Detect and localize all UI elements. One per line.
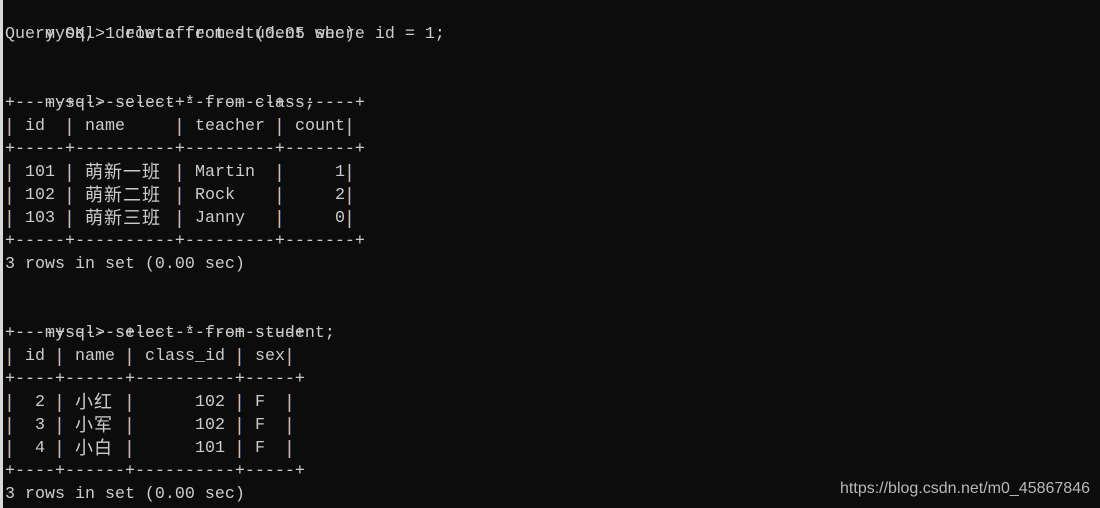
cell-name: 小军 (75, 415, 113, 436)
table-border: +----+------+----------+-----+ (5, 462, 305, 481)
terminal-window[interactable]: mysql> delete from student where id = 1;… (5, 0, 1100, 508)
column-separator (9, 440, 10, 458)
column-header-sex: sex (255, 347, 285, 366)
cell-class-id: 102 (195, 393, 225, 412)
cell-id: 4 (35, 439, 45, 458)
column-header-class-id: class_id (145, 347, 225, 366)
column-separator (279, 187, 280, 205)
column-separator (9, 187, 10, 205)
column-header-id: id (25, 347, 45, 366)
cell-sex: F (255, 393, 265, 412)
column-separator (69, 210, 70, 228)
column-separator (9, 394, 10, 412)
column-separator (69, 187, 70, 205)
column-separator (279, 118, 280, 136)
column-separator (239, 394, 240, 412)
column-separator (179, 210, 180, 228)
column-separator (69, 118, 70, 136)
column-separator (9, 348, 10, 366)
column-separator (289, 348, 290, 366)
column-separator (289, 417, 290, 435)
table-border: +-----+----------+---------+-------+ (5, 140, 365, 159)
table-row: 101 萌新一班 Martin 1 (5, 161, 365, 184)
cell-name: 萌新二班 (85, 185, 161, 206)
cell-count: 2 (335, 186, 345, 205)
table-row: 4 小白 101 F (5, 437, 305, 460)
column-header-count: count (295, 117, 345, 136)
column-separator (9, 210, 10, 228)
command-line: mysql> delete from student where id = 1; (5, 0, 445, 44)
column-separator (289, 440, 290, 458)
cell-id: 3 (35, 416, 45, 435)
cell-id: 103 (25, 209, 55, 228)
column-separator (9, 118, 10, 136)
cell-name: 萌新三班 (85, 208, 161, 229)
table-header-row: id name teacher count (5, 115, 365, 138)
cell-teacher: Martin (195, 163, 255, 182)
cell-teacher: Rock (195, 186, 235, 205)
column-separator (129, 417, 130, 435)
column-header-name: name (75, 347, 115, 366)
cell-name: 小白 (75, 438, 113, 459)
cell-id: 102 (25, 186, 55, 205)
column-separator (349, 187, 350, 205)
column-separator (59, 440, 60, 458)
column-separator (129, 394, 130, 412)
column-separator (179, 118, 180, 136)
column-separator (349, 210, 350, 228)
column-separator (279, 164, 280, 182)
table-header-row: id name class_id sex (5, 345, 305, 368)
column-separator (179, 164, 180, 182)
command-line: mysql> select * from class; (5, 69, 315, 113)
cell-count: 0 (335, 209, 345, 228)
column-separator (349, 118, 350, 136)
query-result-message: Query OK, 1 row affected (0.05 sec) (5, 25, 355, 44)
cell-name: 萌新一班 (85, 162, 161, 183)
cell-class-id: 102 (195, 416, 225, 435)
cell-teacher: Janny (195, 209, 245, 228)
column-header-id: id (25, 117, 45, 136)
table-row: 102 萌新二班 Rock 2 (5, 184, 365, 207)
table-row: 3 小军 102 F (5, 414, 305, 437)
column-separator (289, 394, 290, 412)
column-separator (129, 348, 130, 366)
column-separator (59, 348, 60, 366)
column-separator (179, 187, 180, 205)
column-header-teacher: teacher (195, 117, 265, 136)
column-separator (69, 164, 70, 182)
column-separator (349, 164, 350, 182)
column-separator (9, 417, 10, 435)
table-row: 103 萌新三班 Janny 0 (5, 207, 365, 230)
cell-count: 1 (335, 163, 345, 182)
table-border: +-----+----------+---------+-------+ (5, 232, 365, 251)
column-header-name: name (85, 117, 125, 136)
table-border: +-----+----------+---------+-------+ (5, 94, 365, 113)
cell-id: 101 (25, 163, 55, 182)
cell-class-id: 101 (195, 439, 225, 458)
column-separator (59, 417, 60, 435)
column-separator (239, 348, 240, 366)
rows-in-set-message: 3 rows in set (0.00 sec) (5, 255, 245, 274)
rows-in-set-message: 3 rows in set (0.00 sec) (5, 485, 245, 504)
column-separator (129, 440, 130, 458)
column-separator (239, 440, 240, 458)
table-row: 2 小红 102 F (5, 391, 305, 414)
column-separator (239, 417, 240, 435)
column-separator (9, 164, 10, 182)
cell-name: 小红 (75, 392, 113, 413)
column-separator (279, 210, 280, 228)
cell-sex: F (255, 416, 265, 435)
cell-id: 2 (35, 393, 45, 412)
column-separator (59, 394, 60, 412)
cell-sex: F (255, 439, 265, 458)
command-line: mysql> select * from student; (5, 299, 335, 343)
watermark: https://blog.csdn.net/m0_45867846 (840, 480, 1090, 497)
table-border: +----+------+----------+-----+ (5, 324, 305, 343)
window-left-border (0, 0, 3, 508)
table-border: +----+------+----------+-----+ (5, 370, 305, 389)
